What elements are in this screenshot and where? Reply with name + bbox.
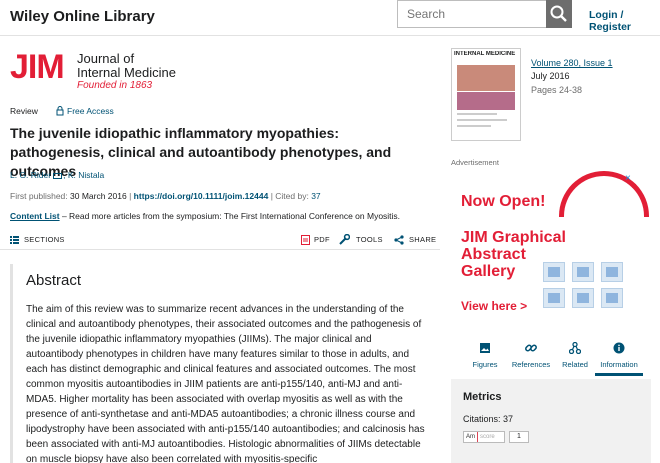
article-type: Review	[10, 106, 38, 116]
tools-button[interactable]: TOOLS	[356, 235, 383, 244]
email-icon[interactable]	[53, 172, 63, 179]
first-published-date: 30 March 2016	[70, 191, 127, 201]
advertisement-label: Advertisement	[451, 158, 499, 167]
cited-by-count[interactable]: 37	[311, 191, 320, 201]
journal-cover[interactable]: INTERNAL MEDICINE	[451, 48, 521, 141]
altmetric-logo: Am	[464, 432, 478, 442]
tab-related[interactable]: Related	[551, 336, 599, 376]
ad-thumbnail	[572, 262, 594, 282]
list-icon	[10, 236, 19, 244]
tab-label: References	[511, 360, 551, 369]
altmetric-word: score	[480, 434, 495, 440]
author-list: L. G. Rider, K. Nistala	[10, 170, 105, 180]
author-link[interactable]: L. G. Rider	[10, 170, 51, 180]
citations-count: Citations: 37	[463, 414, 514, 424]
metrics-panel: Metrics Citations: 37 Am score 1	[451, 379, 651, 463]
tab-references[interactable]: References	[507, 336, 555, 376]
ad-thumbnail	[601, 288, 623, 308]
tab-label: Information	[600, 360, 638, 369]
ad-headline-line1: JIM Graphical	[461, 229, 566, 246]
abstract-section: Abstract The aim of this review was to s…	[10, 264, 440, 463]
pdf-button[interactable]: PDF	[314, 235, 330, 244]
journal-name-line1: Journal of	[77, 51, 135, 66]
ad-thumbnail	[543, 262, 565, 282]
journal-founded: Founded in 1863	[77, 80, 153, 91]
tab-figures[interactable]: Figures	[461, 336, 509, 376]
publication-line: First published: 30 March 2016 | https:/…	[10, 191, 321, 201]
ad-thumbnail	[601, 262, 623, 282]
ad-headline-line3: Gallery	[461, 263, 516, 280]
doi-link[interactable]: https://doi.org/10.1111/joim.12444	[134, 191, 269, 201]
issue-pages: Pages 24-38	[531, 85, 583, 95]
first-published-label: First published:	[10, 191, 68, 201]
journal-mark: JIM	[10, 48, 65, 86]
altmetric-score: 1	[509, 431, 529, 443]
login-register-link[interactable]: Login / Register	[589, 9, 660, 33]
search-icon	[550, 5, 567, 22]
search-box[interactable]	[397, 0, 571, 28]
article-actions: SECTIONS PDF TOOLS SHARE	[0, 228, 440, 250]
network-icon	[569, 342, 581, 354]
pdf-icon	[301, 235, 310, 245]
site-brand[interactable]: Wiley Online Library	[10, 8, 155, 25]
top-bar: Wiley Online Library Login / Register	[0, 0, 660, 36]
tab-label: Figures	[472, 360, 498, 369]
tab-label: Related	[562, 360, 588, 369]
lock-icon	[56, 106, 64, 116]
free-access-label: Free Access	[67, 106, 114, 116]
content-list-link[interactable]: Content List	[10, 211, 60, 221]
abstract-heading: Abstract	[26, 272, 82, 289]
altmetric-badge[interactable]: Am score	[463, 431, 505, 443]
close-icon[interactable]: ×	[625, 173, 631, 184]
volume-issue-link[interactable]: Volume 280, Issue 1	[531, 58, 613, 68]
share-button[interactable]: SHARE	[409, 235, 436, 244]
ad-thumbnail	[572, 288, 594, 308]
ad-now-open: Now Open!	[461, 193, 546, 210]
metrics-heading: Metrics	[463, 391, 502, 403]
info-icon	[613, 342, 625, 354]
sidebar-tabs: Figures References Related Information	[451, 336, 651, 376]
sections-button[interactable]: SECTIONS	[24, 235, 65, 244]
content-list-text: – Read more articles from the symposium:…	[61, 211, 401, 221]
image-icon	[480, 343, 490, 353]
abstract-text: The aim of this review was to summarize …	[26, 304, 425, 463]
author-link[interactable]: K. Nistala	[68, 170, 104, 180]
ad-view-here-link[interactable]: View here >	[461, 299, 527, 313]
ad-headline-line2: Abstract	[461, 246, 526, 263]
search-button[interactable]	[546, 0, 572, 28]
ad-thumbnail	[543, 288, 565, 308]
search-input[interactable]	[398, 1, 546, 27]
cover-title: INTERNAL MEDICINE	[454, 51, 516, 57]
link-icon	[525, 344, 537, 352]
issue-date: July 2016	[531, 71, 570, 81]
cited-by-label: Cited by:	[275, 191, 309, 201]
tab-information[interactable]: Information	[595, 336, 643, 376]
content-list-line: Content List – Read more articles from t…	[10, 211, 400, 221]
wrench-icon	[339, 234, 350, 245]
journal-name-line2: Internal Medicine	[77, 65, 176, 80]
share-icon	[394, 235, 404, 245]
